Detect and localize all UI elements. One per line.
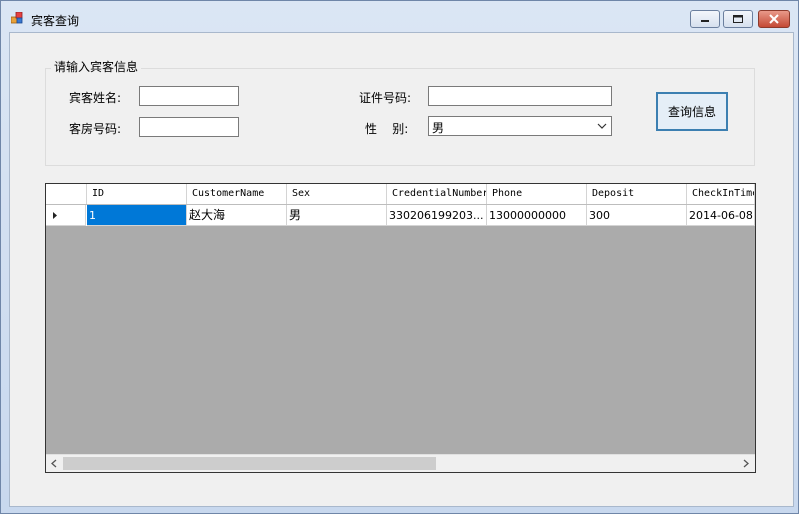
cell-check-in-time[interactable]: 2014-06-08: [687, 205, 755, 226]
gender-select-value: 男: [432, 121, 445, 135]
cell-deposit[interactable]: 300: [587, 205, 687, 226]
main-window: 宾客查询 请输入宾客信息 宾客姓名: 客房号码: 证件号码: 性 别: 男 查询…: [0, 0, 799, 514]
window-title: 宾客查询: [31, 14, 80, 28]
column-header-phone[interactable]: Phone: [487, 184, 587, 204]
close-button[interactable]: [758, 10, 790, 28]
search-group-legend: 请输入宾客信息: [51, 58, 142, 75]
maximize-icon: [733, 15, 743, 23]
gender-select[interactable]: 男: [428, 116, 612, 136]
name-input[interactable]: [139, 86, 239, 106]
chevron-down-icon: [597, 123, 607, 129]
name-label: 宾客姓名:: [69, 91, 122, 105]
current-row-arrow-icon: [53, 212, 57, 219]
scroll-left-button[interactable]: [46, 455, 62, 472]
title-bar: 宾客查询: [1, 1, 798, 31]
minimize-icon: [701, 20, 709, 22]
credential-label: 证件号码:: [359, 91, 412, 105]
room-input[interactable]: [139, 117, 239, 137]
column-header-check-in-time[interactable]: CheckInTime: [687, 184, 755, 204]
cell-credential-number[interactable]: 330206199203...: [387, 205, 487, 226]
client-area: 请输入宾客信息 宾客姓名: 客房号码: 证件号码: 性 别: 男 查询信息 ID…: [9, 32, 794, 507]
table-row[interactable]: 1 赵大海 男 330206199203... 13000000000 300 …: [46, 205, 755, 226]
column-header-deposit[interactable]: Deposit: [587, 184, 687, 204]
cell-phone[interactable]: 13000000000: [487, 205, 587, 226]
column-header-sex[interactable]: Sex: [287, 184, 387, 204]
scroll-thumb[interactable]: [63, 457, 436, 470]
horizontal-scrollbar[interactable]: [46, 454, 755, 472]
gender-label: 性 别:: [365, 122, 409, 136]
grid-corner-header: [46, 184, 87, 204]
column-header-credential-number[interactable]: CredentialNumber: [387, 184, 487, 204]
room-label: 客房号码:: [69, 122, 122, 136]
guest-data-grid[interactable]: ID CustomerName Sex CredentialNumber Pho…: [45, 183, 756, 473]
query-button[interactable]: 查询信息: [656, 92, 728, 131]
app-icon: [11, 12, 23, 24]
chevron-left-icon: [51, 459, 57, 468]
row-header[interactable]: [46, 205, 86, 226]
close-icon: [769, 14, 779, 24]
chevron-right-icon: [743, 459, 749, 468]
scroll-right-button[interactable]: [738, 455, 754, 472]
cell-sex[interactable]: 男: [287, 205, 387, 226]
credential-input[interactable]: [428, 86, 612, 106]
cell-customer-name[interactable]: 赵大海: [187, 205, 287, 226]
grid-header: ID CustomerName Sex CredentialNumber Pho…: [46, 184, 755, 205]
maximize-button[interactable]: [723, 10, 753, 28]
column-header-id[interactable]: ID: [87, 184, 187, 204]
column-header-customer-name[interactable]: CustomerName: [187, 184, 287, 204]
cell-id[interactable]: 1: [87, 205, 187, 226]
minimize-button[interactable]: [690, 10, 720, 28]
